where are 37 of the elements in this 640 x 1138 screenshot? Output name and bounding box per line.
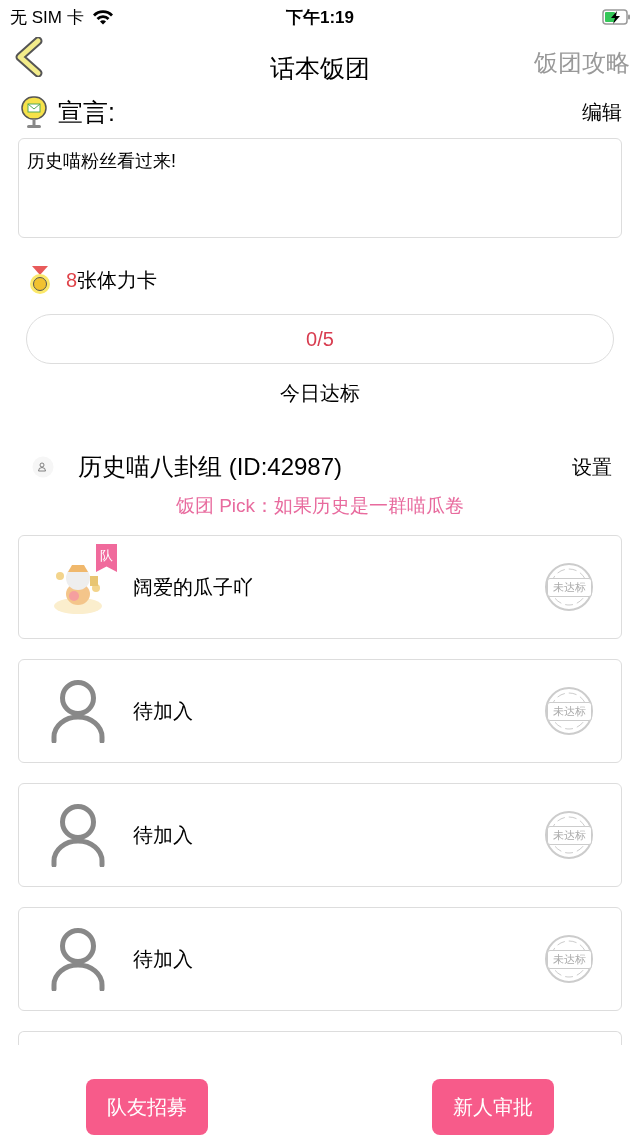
back-icon[interactable] xyxy=(14,37,44,77)
member-name: 待加入 xyxy=(133,822,193,848)
leader-badge: 队 xyxy=(96,544,117,572)
member-card[interactable]: 队 阔爱的瓜子吖 未达标 xyxy=(18,535,622,639)
clock: 下午1:19 xyxy=(286,6,354,29)
stamp-ring-icon xyxy=(544,934,594,984)
page-title: 话本饭团 xyxy=(270,53,370,84)
member-name: 待加入 xyxy=(133,946,193,972)
member-card[interactable]: 待加入 未达标 xyxy=(18,907,622,1011)
settings-link[interactable]: 设置 xyxy=(572,453,612,481)
member-card[interactable]: 待加入 未达标 xyxy=(18,659,622,763)
stamp-ring-icon xyxy=(544,562,594,612)
status-stamp: 未达标 xyxy=(546,577,592,597)
stamina-cards-count: 8张体力卡 xyxy=(66,267,158,293)
progress-caption: 今日达标 xyxy=(279,381,361,406)
stamp-ring-icon xyxy=(544,810,594,860)
progress-bar: 0/5 xyxy=(26,314,614,364)
declaration-label: 宣言: xyxy=(58,96,115,128)
wifi-icon xyxy=(91,9,114,25)
stamp-ring-icon xyxy=(544,686,594,736)
group-name: 历史喵八卦组 (ID:42987) xyxy=(78,452,343,482)
user-icon xyxy=(50,679,106,743)
status-stamp: 未达标 xyxy=(546,701,592,721)
status-stamp: 未达标 xyxy=(546,825,592,845)
member-name: 阔爱的瓜子吖 xyxy=(133,574,253,600)
group-pick: 饭团 Pick：如果历史是一群喵瓜卷 xyxy=(174,494,466,518)
medal-icon xyxy=(28,264,52,296)
group-icon xyxy=(32,456,54,478)
carrier: 无 SIM 卡 xyxy=(10,6,84,29)
edit-link[interactable]: 编辑 xyxy=(582,98,622,126)
member-card[interactable]: 待加入 未达标 xyxy=(18,783,622,887)
declaration-field[interactable]: 历史喵粉丝看过来! xyxy=(18,138,622,238)
mailbox-icon xyxy=(20,95,48,129)
user-icon xyxy=(50,803,106,867)
status-stamp: 未达标 xyxy=(546,949,592,969)
member-name: 待加入 xyxy=(133,698,193,724)
user-icon xyxy=(50,927,106,991)
